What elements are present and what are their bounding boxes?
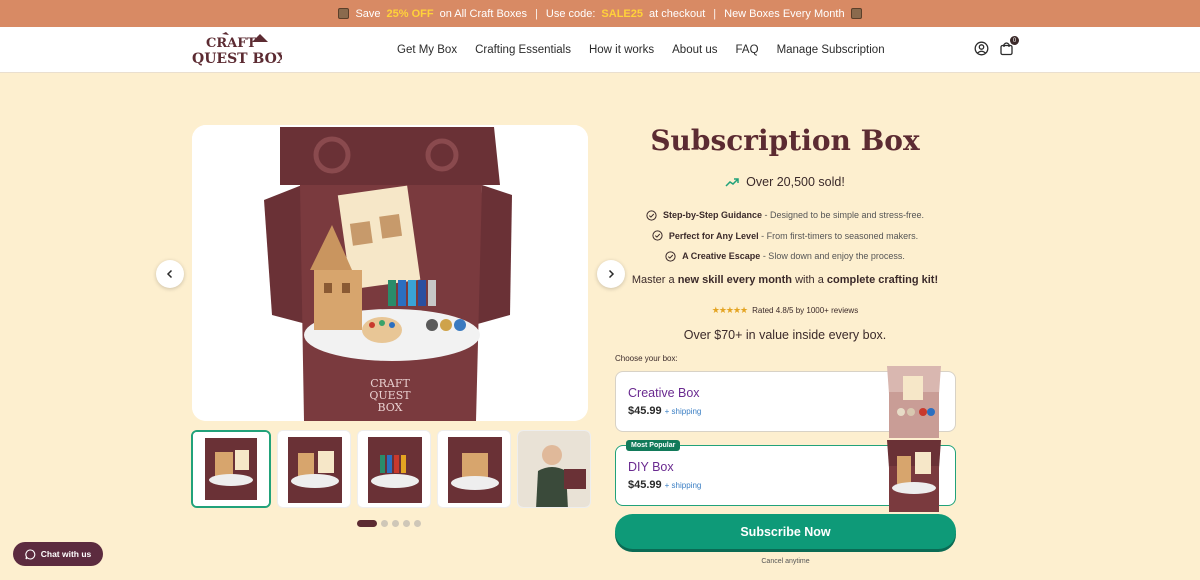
nav-get-my-box[interactable]: Get My Box <box>397 44 457 56</box>
chat-bubble-icon <box>25 548 36 560</box>
shipping-note: + shipping <box>664 407 702 416</box>
sold-text: Over 20,500 sold! <box>746 175 845 189</box>
carousel-dot[interactable] <box>381 520 388 527</box>
feature-item: Perfect for Any Level - From first-timer… <box>615 226 955 247</box>
feature-desc: - From first-timers to seasoned makers. <box>758 230 919 241</box>
most-popular-badge: Most Popular <box>626 440 681 451</box>
sold-count: Over 20,500 sold! <box>615 175 955 189</box>
carousel-dot[interactable] <box>357 520 377 527</box>
carousel-dot[interactable] <box>414 520 421 527</box>
cart-count-badge: 0 <box>1010 36 1019 45</box>
nav-faq[interactable]: FAQ <box>736 44 759 56</box>
box-option-image <box>883 364 945 438</box>
gallery-thumbnail[interactable] <box>191 430 271 508</box>
feature-title: A Creative Escape <box>682 251 761 262</box>
gallery-thumbnail[interactable] <box>437 430 511 508</box>
promo-save: Save <box>355 7 381 20</box>
box-option-name: Creative Box <box>628 386 700 400</box>
box-option-name: DIY Box <box>628 460 674 474</box>
tagline-text: with a <box>792 274 827 286</box>
cancel-anytime-note: Cancel anytime <box>761 558 810 565</box>
box-option-price: $45.99 + shipping <box>628 405 701 417</box>
promo-on-text: on All Craft Boxes <box>439 7 528 20</box>
nav-about-us[interactable]: About us <box>672 44 717 56</box>
chat-button[interactable]: Chat with us <box>13 542 103 566</box>
rating-row: ★★★★★ Rated 4.8/5 by 1000+ reviews <box>615 305 955 316</box>
chat-label: Chat with us <box>40 549 92 559</box>
subscribe-button[interactable]: Subscribe Now <box>615 514 956 549</box>
choose-box-label: Choose your box: <box>615 354 678 363</box>
rating-stars: ★★★★★ <box>711 305 748 315</box>
box-option-diy[interactable]: Most Popular DIY Box $45.99 + shipping <box>615 440 956 512</box>
check-circle-icon <box>652 230 663 241</box>
tagline-text: Master a <box>631 274 678 286</box>
feature-list: Step-by-Step Guidance - Designed to be s… <box>615 205 955 267</box>
promo-discount: 25% OFF <box>386 7 434 20</box>
feature-title: Perfect for Any Level <box>668 230 759 241</box>
site-logo[interactable]: CRAFT QUEST BOX <box>192 32 288 68</box>
rating-text: Rated 4.8/5 by 1000+ reviews <box>752 306 859 315</box>
product-title: Subscription Box <box>650 124 920 157</box>
tagline-bold: new skill every month <box>677 274 793 286</box>
price-value: $45.99 <box>628 405 662 417</box>
shipping-note: + shipping <box>664 481 702 490</box>
promo-code: SALE25 <box>601 7 643 20</box>
promo-code-label: Use code: <box>545 7 596 20</box>
nav-how-it-works[interactable]: How it works <box>589 44 654 56</box>
chevron-left-icon <box>166 269 173 279</box>
gallery-thumbnail[interactable] <box>277 430 351 508</box>
master-tagline: Master a new skill every month with a co… <box>615 274 955 286</box>
site-header: CRAFT QUEST BOX Get My Box Crafting Esse… <box>0 27 1200 73</box>
gallery-thumbnails <box>191 430 591 508</box>
promo-bar: Save 25% OFF on All Craft Boxes | Use co… <box>0 0 1200 27</box>
check-circle-icon <box>646 210 657 221</box>
gallery-thumbnail[interactable] <box>517 430 591 508</box>
carousel-dots <box>357 520 421 527</box>
nav-manage-subscription[interactable]: Manage Subscription <box>777 44 885 56</box>
main-nav: Get My Box Crafting Essentials How it wo… <box>397 27 885 73</box>
gallery-thumbnail[interactable] <box>357 430 431 508</box>
header-icons: 0 <box>974 36 1019 56</box>
account-icon[interactable] <box>974 41 989 56</box>
box-icon <box>338 8 350 19</box>
logo-line1: CRAFT <box>206 36 256 51</box>
logo-line2: QUEST BOX <box>192 51 282 67</box>
box-option-image <box>883 438 945 512</box>
carousel-dot[interactable] <box>403 520 410 527</box>
feature-item: Step-by-Step Guidance - Designed to be s… <box>615 205 955 226</box>
svg-text:BOX: BOX <box>378 401 403 414</box>
box-option-creative[interactable]: Creative Box $45.99 + shipping <box>615 366 956 438</box>
carousel-dot[interactable] <box>392 520 399 527</box>
nav-crafting-essentials[interactable]: Crafting Essentials <box>475 44 571 56</box>
promo-checkout: at checkout <box>649 7 706 20</box>
promo-new-boxes: New Boxes Every Month <box>724 7 845 20</box>
promo-separator: | <box>713 7 717 20</box>
feature-desc: - Slow down and enjoy the process. <box>760 251 905 262</box>
promo-separator: | <box>535 7 538 20</box>
price-value: $45.99 <box>628 479 662 491</box>
tagline-bold: complete crafting kit! <box>826 274 939 286</box>
carousel-prev-button[interactable] <box>156 260 184 288</box>
value-statement: Over $70+ in value inside every box. <box>683 328 887 342</box>
product-hero-image[interactable]: CRAFT QUEST BOX <box>192 125 588 421</box>
feature-item: A Creative Escape - Slow down and enjoy … <box>615 246 955 267</box>
box-icon <box>850 8 862 19</box>
feature-title: Step-by-Step Guidance <box>662 210 762 221</box>
box-option-price: $45.99 + shipping <box>628 479 701 491</box>
cart-icon[interactable]: 0 <box>999 36 1019 56</box>
trending-up-icon <box>725 178 739 187</box>
feature-desc: - Designed to be simple and stress-free. <box>761 210 925 221</box>
check-circle-icon <box>665 251 676 262</box>
